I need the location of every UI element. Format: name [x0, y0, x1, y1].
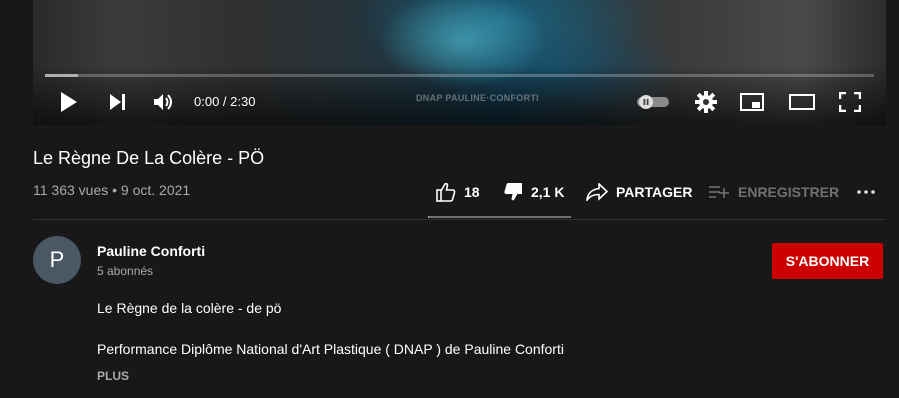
subscribe-button[interactable]: S'ABONNER [772, 243, 883, 279]
save-label: ENREGISTRER [738, 184, 840, 200]
like-ratio-fill [428, 216, 430, 218]
add-to-playlist-icon [709, 186, 729, 198]
next-button[interactable] [100, 84, 136, 120]
next-icon [110, 94, 125, 110]
save-button[interactable]: ENREGISTRER [708, 172, 839, 212]
autoplay-toggle-icon [637, 95, 669, 109]
like-dislike-ratio-bar [428, 216, 571, 218]
channel-name[interactable]: Pauline Conforti [97, 243, 205, 259]
more-actions-button[interactable] [856, 172, 884, 212]
volume-button[interactable] [146, 84, 182, 120]
dislike-button[interactable]: 2,1 K [503, 172, 564, 212]
theater-mode-icon [789, 94, 815, 110]
volume-icon [154, 94, 172, 110]
like-button[interactable]: 18 [436, 172, 480, 212]
share-icon [586, 183, 608, 201]
more-horizontal-icon [857, 190, 875, 194]
video-player[interactable]: 0:00 / 2:30 DNAP PAULINE·CONFORTI [33, 0, 886, 125]
fullscreen-icon [839, 92, 861, 112]
fullscreen-button[interactable] [832, 84, 868, 120]
like-count: 18 [464, 184, 480, 200]
time-display: 0:00 / 2:30 [194, 94, 256, 109]
subscriber-count: 5 abonnés [97, 264, 154, 278]
player-controls: 0:00 / 2:30 DNAP PAULINE·CONFORTI [33, 84, 886, 120]
play-button[interactable] [51, 84, 87, 120]
avatar-letter: P [49, 247, 65, 272]
share-button[interactable]: PARTAGER [586, 172, 692, 212]
description-line: Performance Diplôme National d'Art Plast… [97, 341, 564, 357]
settings-button[interactable] [688, 84, 724, 120]
video-title: Le Règne De La Colère - PÖ [33, 148, 265, 168]
thumbs-down-icon [504, 183, 522, 201]
show-more-button[interactable]: PLUS [97, 369, 129, 383]
progress-fill [45, 74, 79, 77]
share-label: PARTAGER [616, 184, 693, 200]
miniplayer-icon [740, 93, 764, 111]
gear-icon [695, 91, 717, 113]
dislike-count: 2,1 K [531, 184, 565, 200]
play-icon [61, 92, 77, 112]
thumbs-up-icon [436, 182, 456, 202]
autoplay-toggle[interactable] [635, 84, 671, 120]
theater-mode-button[interactable] [784, 84, 820, 120]
channel-avatar[interactable]: P [33, 236, 81, 284]
video-actions: 18 2,1 K PARTAGER ENREGISTRER [0, 172, 899, 220]
description-line: Le Règne de la colère - de pö [97, 300, 282, 316]
divider [33, 219, 886, 220]
video-watermark: DNAP PAULINE·CONFORTI [416, 93, 539, 103]
progress-bar[interactable] [45, 74, 874, 77]
miniplayer-button[interactable] [734, 84, 770, 120]
